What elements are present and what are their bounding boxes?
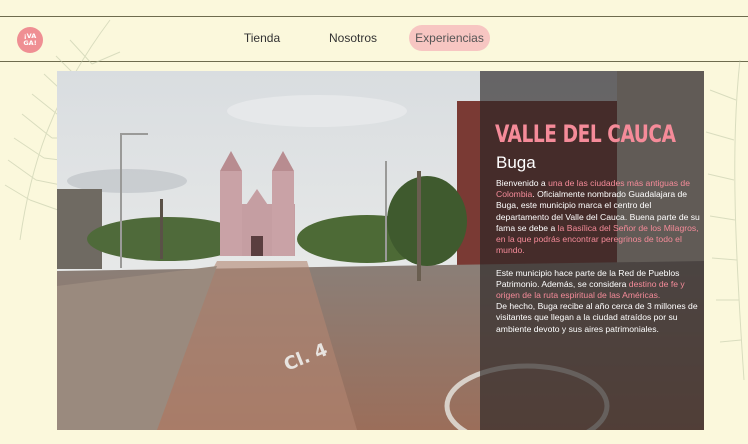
nav-link-tienda[interactable]: Tienda bbox=[237, 25, 287, 51]
paragraph-2: Este municipio hace parte de la Red de P… bbox=[496, 268, 703, 302]
logo-text-line2: GA! bbox=[23, 39, 37, 47]
nav-link-nosotros[interactable]: Nosotros bbox=[323, 25, 383, 51]
panel-title: VALLE DEL CAUCA bbox=[495, 120, 676, 148]
text-span: Bienvenido a bbox=[496, 178, 549, 188]
nav-link-label: Tienda bbox=[243, 31, 281, 45]
panel-subtitle: Buga bbox=[496, 153, 536, 172]
nav-link-label: Experiencias bbox=[415, 31, 484, 45]
paragraph-1: Bienvenido a una de las ciudades más ant… bbox=[496, 178, 703, 256]
nav-link-experiencias[interactable]: Experiencias bbox=[409, 25, 490, 51]
brand-logo[interactable]: ¡VA GA! bbox=[17, 27, 43, 53]
fern-decoration-right bbox=[705, 60, 745, 380]
nav-link-label: Nosotros bbox=[328, 31, 378, 45]
paragraph-3: De hecho, Buga recibe al año cerca de 3 … bbox=[496, 301, 698, 334]
panel-description: Bienvenido a una de las ciudades más ant… bbox=[496, 178, 703, 346]
